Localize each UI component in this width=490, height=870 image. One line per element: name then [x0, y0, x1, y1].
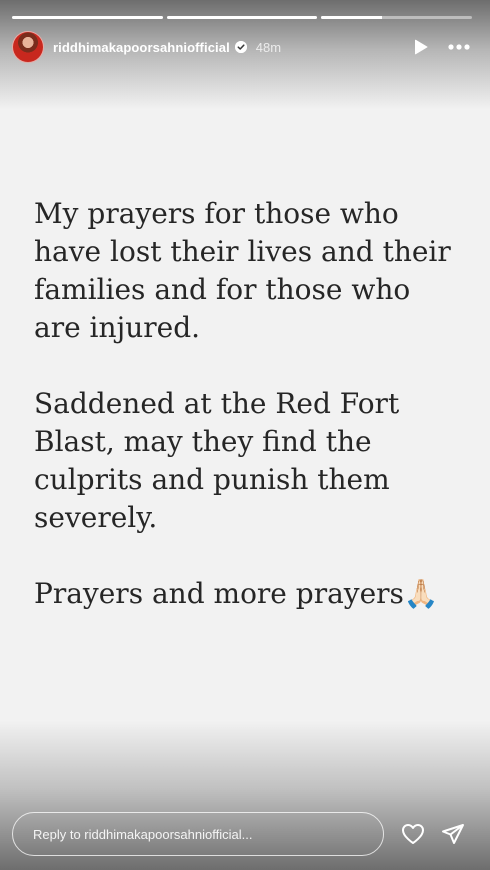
author-username[interactable]: riddhimakapoorsahniofficial	[53, 40, 230, 55]
post-time: 48m	[255, 39, 282, 55]
progress-segment-1	[12, 16, 163, 19]
story-viewer[interactable]: riddhimakapoorsahniofficial 48m My praye…	[0, 0, 490, 870]
story-paragraph-3: Prayers and more prayers🙏🏻	[34, 577, 439, 610]
reply-input[interactable]	[12, 812, 384, 856]
story-text: My prayers for those who have lost their…	[34, 195, 464, 613]
play-icon[interactable]	[410, 36, 432, 58]
avatar[interactable]	[12, 31, 44, 63]
verified-badge-icon	[234, 41, 247, 53]
progress-segment-3	[321, 16, 473, 19]
story-progress-bar	[12, 16, 473, 19]
send-icon[interactable]	[440, 821, 466, 847]
progress-fill	[321, 16, 382, 19]
progress-fill	[12, 16, 163, 19]
story-paragraph-2: Saddened at the Red Fort Blast, may they…	[34, 387, 409, 534]
progress-fill	[166, 16, 318, 19]
story-header: riddhimakapoorsahniofficial 48m	[12, 30, 472, 64]
story-paragraph-1: My prayers for those who have lost their…	[34, 197, 460, 344]
progress-segment-2	[166, 16, 318, 19]
more-options-icon[interactable]	[446, 36, 472, 58]
heart-icon[interactable]	[400, 821, 426, 847]
story-footer	[12, 812, 472, 856]
